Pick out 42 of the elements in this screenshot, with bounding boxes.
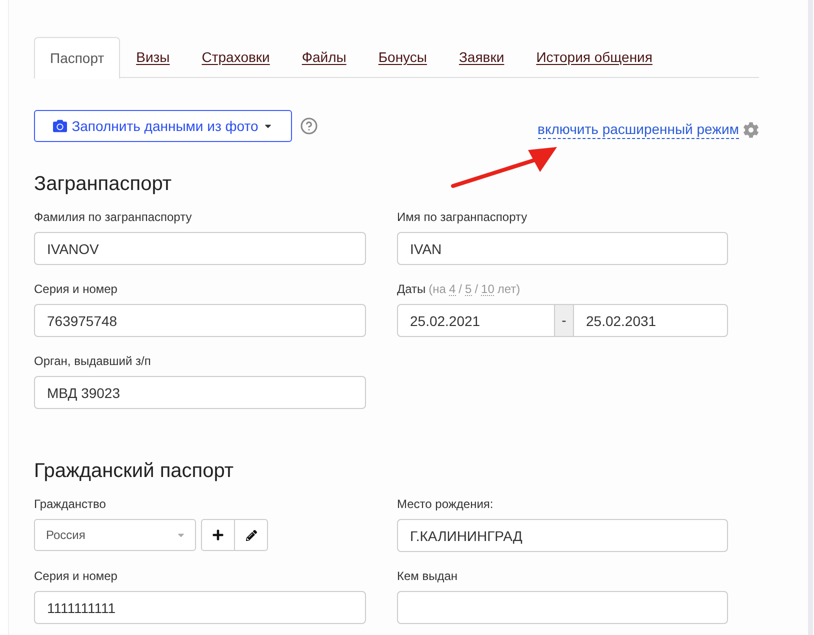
date-field[interactable]: 25.02.2031 — [573, 304, 728, 337]
term-separator: / — [474, 282, 478, 296]
section-heading: Гражданский паспорт — [34, 460, 234, 482]
edit-button[interactable] — [235, 519, 268, 551]
field-label: Орган, выдавший з/п — [34, 354, 151, 368]
text-field[interactable]: МВД 39023 — [34, 376, 366, 409]
text-field[interactable]: 763975748 — [34, 304, 366, 337]
field-label: Серия и номер — [34, 569, 118, 583]
tab[interactable]: Файлы — [286, 37, 362, 78]
tab[interactable]: История общения — [520, 37, 668, 78]
text-field[interactable]: Г.КАЛИНИНГРАД — [397, 519, 728, 552]
term-hint: лет) — [497, 282, 520, 296]
text-field[interactable]: 1111111111 — [34, 591, 366, 624]
field-label: Даты — [397, 282, 426, 296]
tab[interactable]: Заявки — [442, 37, 520, 78]
field-label: Место рождения: — [397, 497, 494, 511]
add-button[interactable] — [201, 519, 235, 551]
date-field[interactable]: 25.02.2021 — [397, 304, 555, 337]
advanced-mode-link[interactable]: включить расширенный режим — [538, 121, 739, 139]
camera-icon — [52, 119, 67, 133]
field-label: Имя по загранпаспорту — [397, 210, 528, 224]
field-label: Серия и номер — [34, 282, 118, 296]
fill-from-photo-button[interactable]: Заполнить данными из фото — [34, 110, 292, 142]
section-heading: Загранпаспорт — [34, 173, 172, 195]
help-icon[interactable] — [300, 117, 318, 135]
text-field[interactable] — [397, 591, 728, 624]
country-select[interactable]: Россия — [34, 519, 196, 551]
text-field[interactable]: IVAN — [397, 232, 728, 265]
term-separator: / — [458, 282, 462, 296]
date-separator: - — [555, 304, 573, 337]
plus-icon — [212, 529, 224, 541]
settings-icon[interactable] — [743, 122, 759, 138]
pencil-icon — [246, 530, 256, 540]
term-hint: (на — [428, 282, 446, 296]
text-field[interactable]: IVANOV — [34, 232, 366, 265]
tab[interactable]: Визы — [120, 37, 186, 78]
field-label: Кем выдан — [397, 569, 458, 583]
field-label: Гражданство — [34, 497, 106, 511]
tab[interactable]: Паспорт — [34, 37, 120, 79]
tab[interactable]: Страховки — [186, 37, 286, 78]
field-label: Фамилия по загранпаспорту — [34, 210, 192, 224]
tab[interactable]: Бонусы — [362, 37, 443, 78]
